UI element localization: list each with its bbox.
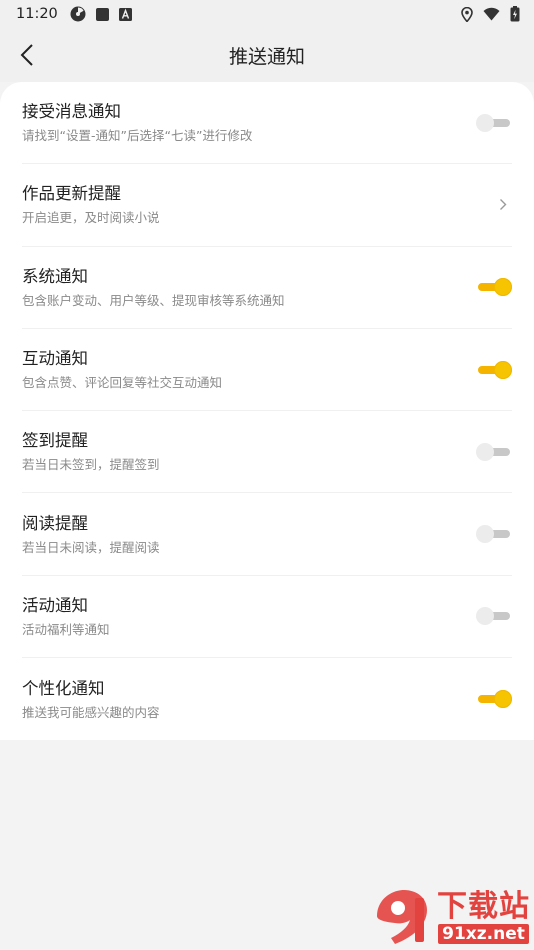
watermark-91-icon: [377, 890, 427, 944]
setting-row-interaction[interactable]: 互动通知 包含点赞、评论回复等社交互动通知: [22, 329, 512, 412]
wifi-icon: [483, 7, 500, 21]
setting-subtitle: 包含账户变动、用户等级、提现审核等系统通知: [22, 292, 285, 308]
battery-icon: [510, 6, 520, 22]
setting-title: 活动通知: [22, 595, 88, 615]
setting-row-checkin[interactable]: 签到提醒 若当日未签到，提醒签到: [22, 411, 512, 494]
watermark-cn: 下载站: [437, 889, 530, 924]
system-notify-switch[interactable]: [476, 277, 512, 297]
setting-title: 互动通知: [22, 349, 88, 369]
back-button[interactable]: [10, 38, 44, 72]
watermark-en: 91xz.net: [438, 924, 529, 944]
setting-row-personalized[interactable]: 个性化通知 推送我可能感兴趣的内容: [22, 658, 512, 740]
setting-title: 系统通知: [22, 266, 88, 286]
chevron-left-icon: [20, 44, 33, 66]
setting-row-system[interactable]: 系统通知 包含账户变动、用户等级、提现审核等系统通知: [22, 247, 512, 329]
personalized-notify-switch[interactable]: [476, 689, 512, 709]
setting-title: 签到提醒: [22, 431, 88, 451]
setting-title: 阅读提醒: [22, 513, 88, 533]
reading-reminder-switch[interactable]: [476, 524, 512, 544]
page-title: 推送通知: [228, 45, 305, 68]
setting-title: 作品更新提醒: [22, 184, 121, 204]
settings-list: 接受消息通知 请找到“设置-通知”后选择“七读”进行修改 作品更新提醒 开启追更…: [0, 82, 534, 740]
watermark-logo: 下载站 91xz.net: [373, 886, 530, 948]
accept-messages-switch[interactable]: [476, 113, 512, 133]
setting-subtitle: 开启追更，及时阅读小说: [22, 210, 160, 226]
status-time: 11:20: [16, 6, 58, 22]
activity-notify-switch[interactable]: [476, 606, 512, 626]
checkin-reminder-switch[interactable]: [476, 442, 512, 462]
setting-title: 个性化通知: [22, 678, 105, 698]
setting-subtitle: 若当日未阅读，提醒阅读: [22, 539, 160, 555]
location-icon: [461, 6, 473, 22]
setting-row-accept-messages[interactable]: 接受消息通知 请找到“设置-通知”后选择“七读”进行修改: [22, 82, 512, 165]
setting-subtitle: 推送我可能感兴趣的内容: [22, 704, 160, 720]
setting-row-reading[interactable]: 阅读提醒 若当日未阅读，提醒阅读: [22, 493, 512, 576]
status-bar: 11:20: [0, 0, 534, 28]
interaction-notify-switch[interactable]: [476, 360, 512, 380]
chevron-right-icon: [494, 195, 512, 215]
setting-row-work-updates[interactable]: 作品更新提醒 开启追更，及时阅读小说: [22, 164, 512, 247]
setting-subtitle: 活动福利等通知: [22, 621, 110, 637]
setting-title: 接受消息通知: [22, 102, 121, 122]
app-bar: 推送通知: [0, 28, 534, 82]
a-app-icon: [118, 7, 132, 21]
setting-subtitle: 包含点赞、评论回复等社交互动通知: [22, 375, 223, 391]
square-app-icon: [95, 7, 109, 21]
setting-subtitle: 若当日未签到，提醒签到: [22, 457, 160, 473]
setting-row-activity[interactable]: 活动通知 活动福利等通知: [22, 576, 512, 659]
radiation-icon: [70, 6, 86, 22]
setting-subtitle: 请找到“设置-通知”后选择“七读”进行修改: [22, 128, 253, 144]
